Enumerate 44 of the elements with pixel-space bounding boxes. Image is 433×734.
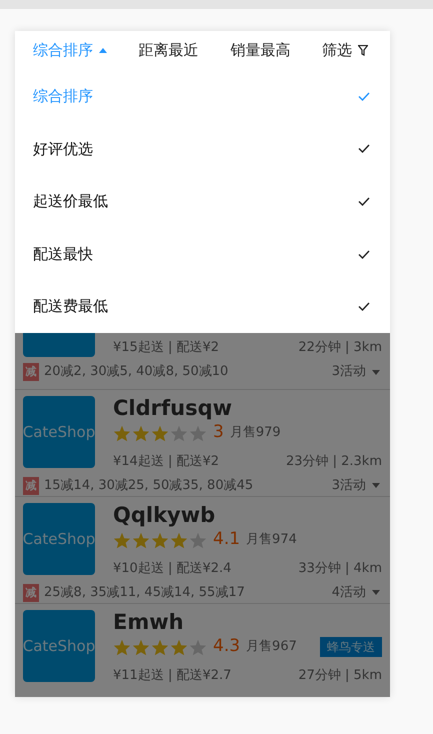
- delivery-text: 22分钟 | 3km: [298, 338, 382, 356]
- sort-tab[interactable]: 筛选: [322, 39, 368, 62]
- promo-text: 25减8, 35减11, 45减14, 55减17: [44, 584, 245, 602]
- shop-logo: CateShop: [23, 503, 95, 575]
- delivery-text: 33分钟 | 4km: [298, 560, 382, 578]
- promo-tag: 减: [23, 363, 39, 381]
- promo-tag: 减: [23, 584, 39, 602]
- sort-tab[interactable]: 距离最近: [138, 39, 199, 62]
- sort-option[interactable]: 起送价最低: [15, 175, 390, 228]
- check-icon: [358, 196, 370, 206]
- shop-logo: CateShop: [23, 396, 95, 468]
- rating-text: 4.3: [213, 635, 240, 658]
- sort-tab[interactable]: 销量最高: [230, 39, 290, 62]
- promo-text: 15减14, 30减25, 50减35, 80减45: [44, 476, 254, 495]
- promo-tag: 减: [23, 476, 39, 494]
- check-icon: [358, 250, 370, 259]
- check-icon: [358, 302, 370, 312]
- monthly-sales: 月售974: [246, 531, 297, 550]
- min-order-text: ¥10起送 | 配送¥2.4: [113, 560, 232, 578]
- shop-logo: CateShop: [23, 610, 95, 682]
- monthly-sales: 月售967: [246, 638, 297, 656]
- sort-option[interactable]: 配送费最低: [15, 280, 390, 333]
- caret-down-icon: [372, 590, 380, 595]
- delivery-badge: 蜂鸟专送: [320, 637, 382, 657]
- monthly-sales: 月售979: [230, 424, 281, 442]
- check-icon: [358, 92, 370, 101]
- delivery-text: 23分钟 | 2.3km: [286, 453, 382, 471]
- caret-down-icon: [372, 370, 380, 374]
- shop-name: Cldrfusqw: [113, 396, 234, 420]
- min-order-text: ¥11起送 | 配送¥2.7: [113, 667, 232, 685]
- rating-text: 4.1: [213, 528, 240, 552]
- shop-name: Qqlkywb: [113, 503, 216, 527]
- sort-option[interactable]: 配送最快: [15, 228, 390, 280]
- check-icon: [358, 144, 370, 154]
- min-order-text: ¥14起送 | 配送¥2: [113, 453, 219, 471]
- filter-icon: [358, 45, 368, 56]
- caret-down-icon: [372, 483, 380, 488]
- delivery-text: 27分钟 | 5km: [298, 667, 382, 685]
- rating-text: 3: [213, 421, 224, 444]
- min-order-text: ¥15起送 | 配送¥2: [113, 338, 219, 356]
- caret-up-icon: [99, 48, 107, 53]
- promo-text: 20减2, 30减5, 40减8, 50减10: [44, 363, 228, 382]
- shop-name: Emwh: [113, 610, 185, 634]
- sort-option[interactable]: 好评优选: [15, 122, 390, 176]
